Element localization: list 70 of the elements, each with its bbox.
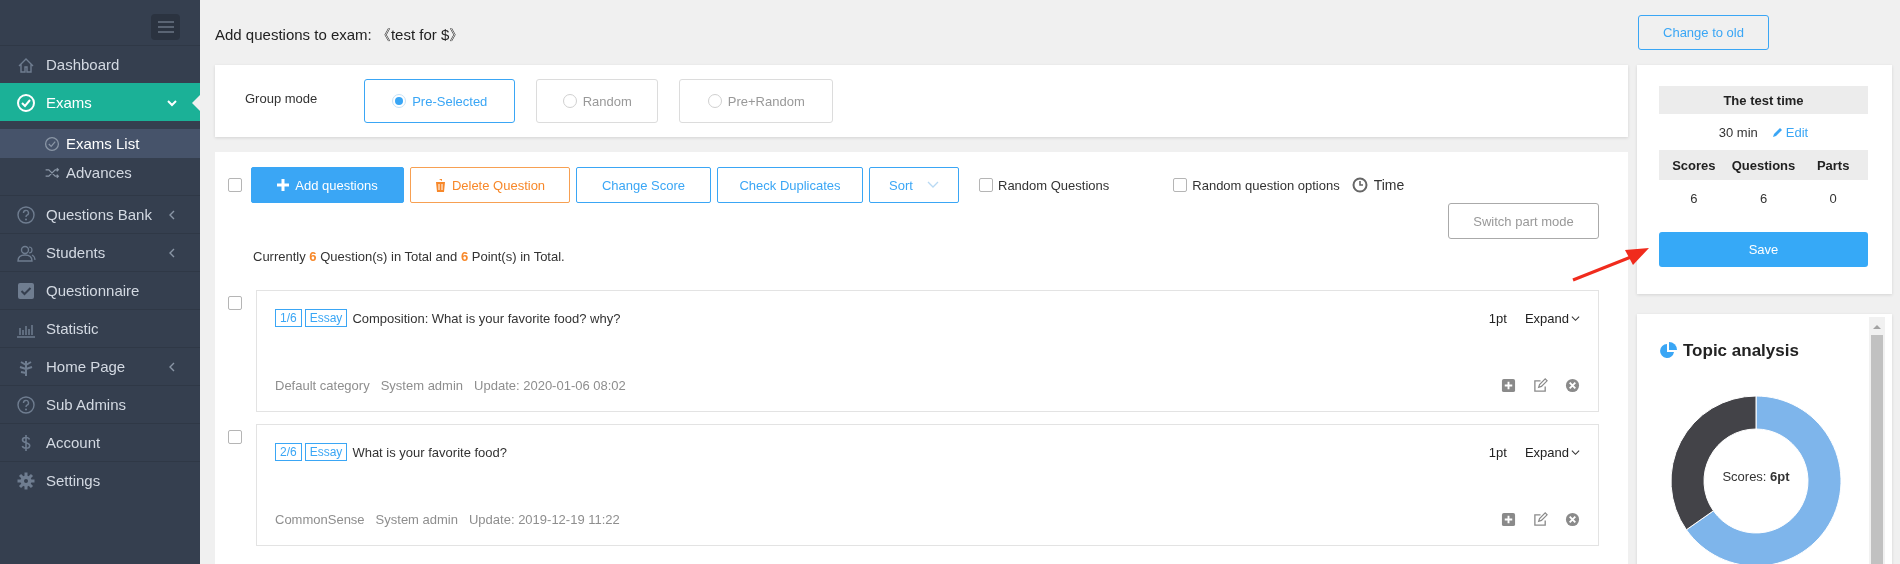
chevron-down-icon <box>1571 313 1580 323</box>
chevron-down-icon <box>1571 447 1580 457</box>
check-circle-icon <box>16 92 36 113</box>
sidebar-item[interactable]: Questions Bank <box>0 195 200 233</box>
checkbox-label: Random Questions <box>998 177 1110 193</box>
sidebar-item[interactable]: Students <box>0 233 200 271</box>
question-author: System admin <box>375 512 458 527</box>
checkbox-label: Random question options <box>1192 177 1340 193</box>
checkbox-icon <box>16 280 36 301</box>
gear-icon <box>16 470 36 491</box>
question-circle-icon <box>16 204 36 225</box>
edit-icon[interactable] <box>1533 378 1548 393</box>
time-label: Time <box>1373 177 1405 193</box>
column-header: Scores <box>1659 150 1729 180</box>
sidebar-item[interactable]: Settings <box>0 461 200 499</box>
sidebar-subitem[interactable]: Exams List <box>0 129 200 158</box>
question-title: What is your favorite food? <box>352 444 508 460</box>
summary-text: Currently 6 Question(s) in Total and 6 Point(s) in Total. <box>253 249 566 264</box>
question-number: 2/6 <box>275 443 302 461</box>
question-score: 1pt <box>1488 444 1507 460</box>
expand-button[interactable]: Expand <box>1524 310 1580 326</box>
page-title: Add questions to exam: 《test for $》 <box>215 25 466 45</box>
checkbox[interactable] <box>228 178 242 192</box>
chart-center-label: Scores: 6pt <box>1721 469 1791 484</box>
question-circle-icon <box>16 394 36 415</box>
sidebar-item[interactable]: Home Page <box>0 347 200 385</box>
card-title: Topic analysis <box>1683 341 1799 361</box>
question-type-tag: Essay <box>304 443 348 461</box>
question-number: 1/6 <box>275 309 302 327</box>
add-icon[interactable] <box>1501 512 1516 527</box>
question-type-tag: Essay <box>304 309 348 327</box>
question-title: Composition: What is your favorite food? why? <box>352 310 622 326</box>
scrollbar[interactable] <box>1869 317 1885 564</box>
checkbox[interactable] <box>228 430 242 444</box>
column-header: Parts <box>1798 150 1868 180</box>
column-header: Questions <box>1728 150 1799 180</box>
sidebar-item[interactable]: Account <box>0 423 200 461</box>
checkbox[interactable] <box>228 296 242 310</box>
trash-icon <box>434 178 446 192</box>
menu-icon <box>157 20 174 33</box>
question-score: 1pt <box>1488 310 1507 326</box>
menu-button[interactable] <box>151 13 180 40</box>
edit-icon[interactable] <box>1533 512 1548 527</box>
question-category: CommonSense <box>275 512 365 527</box>
expand-button[interactable]: Expand <box>1524 444 1580 460</box>
stat-value: 6 <box>1689 189 1699 208</box>
question-author: System admin <box>380 378 464 393</box>
sidebar-item[interactable]: Sub Admins <box>0 385 200 423</box>
stat-value: 6 <box>1758 189 1769 208</box>
sidebar-item[interactable]: Questionnaire <box>0 271 200 309</box>
pie-chart-icon <box>1659 342 1677 360</box>
plus-icon <box>277 179 290 191</box>
group-mode-label: Group mode <box>245 90 318 106</box>
pencil-icon <box>1771 126 1784 138</box>
checkbox[interactable] <box>1173 178 1188 192</box>
question-category: Default category <box>275 378 370 393</box>
delete-icon[interactable] <box>1565 378 1580 393</box>
test-time-heading: The test time <box>1659 86 1868 114</box>
check-circle-icon <box>44 135 60 152</box>
stat-value: 0 <box>1828 189 1838 208</box>
sidebar-item[interactable]: Statistic <box>0 309 200 347</box>
clock-icon <box>1351 177 1368 193</box>
chevron-down-icon <box>926 181 939 189</box>
sidebar-subitem[interactable]: Advances <box>0 158 200 187</box>
add-icon[interactable] <box>1501 378 1516 393</box>
test-time-value: 30 min <box>1718 124 1758 140</box>
checkbox[interactable] <box>979 178 993 192</box>
question-date: Update: 2020-01-06 08:02 <box>474 378 626 393</box>
question-date: Update: 2019-12-19 11:22 <box>469 512 620 527</box>
delete-icon[interactable] <box>1565 512 1580 527</box>
